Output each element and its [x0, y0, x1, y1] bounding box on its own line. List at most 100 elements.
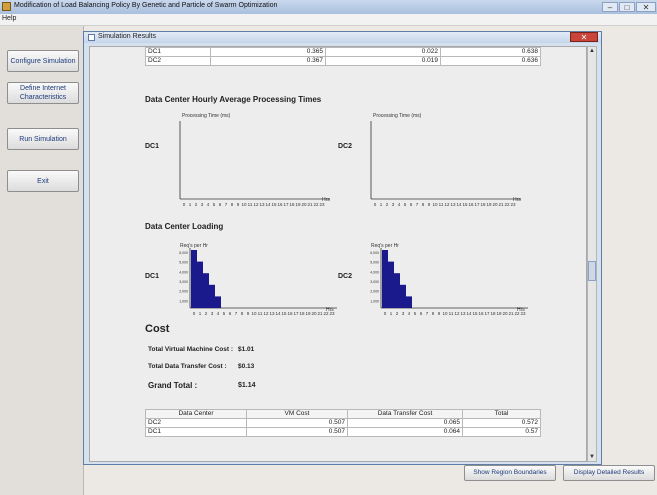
y-tick-label: 3,000 — [179, 280, 188, 284]
processing-dc1-xticks: 0 1 2 3 4 5 6 7 8 9 10 11 12 13 14 15 16 17 18 19 20 21 22 23 — [183, 202, 325, 207]
load-bar — [388, 261, 394, 308]
exit-button[interactable]: Exit — [7, 170, 79, 192]
processing-dc2-chart: 0 1 2 3 4 5 6 7 8 9 10 11 12 13 14 15 16 17 18 19 20 21 22 23 — [370, 121, 521, 207]
x-tick-label: 17 — [474, 202, 480, 207]
y-tick-label: 6,000 — [179, 251, 188, 255]
grand-total-label: Grand Total : — [148, 381, 198, 390]
x-tick-label: 18 — [289, 202, 295, 207]
x-tick-label: 20 — [301, 202, 307, 207]
y-tick-label: 4,000 — [179, 270, 188, 274]
x-tick-label: 15 — [271, 202, 277, 207]
x-tick-label: 13 — [269, 311, 275, 316]
loading-dc2-label: DC2 — [338, 273, 353, 280]
y-tick-label: 5,000 — [370, 261, 379, 265]
x-tick-label: 6 — [219, 202, 222, 207]
x-tick-label: 5 — [213, 202, 216, 207]
x-tick-label: 20 — [311, 311, 317, 316]
x-tick-label: 1 — [189, 202, 192, 207]
define-internet-characteristics-button[interactable]: Define Internet Characteristics — [7, 82, 79, 104]
table-cell: 0.065 — [347, 418, 463, 428]
x-tick-label: 0 — [183, 202, 186, 207]
x-tick-label: 16 — [287, 311, 293, 316]
x-tick-label: 15 — [281, 311, 287, 316]
dialog-title: Simulation Results — [98, 33, 156, 40]
processing-dc1-chart: 0 1 2 3 4 5 6 7 8 9 10 11 12 13 14 15 16 17 18 19 20 21 22 23 — [179, 121, 330, 207]
x-tick-label: 2 — [195, 202, 198, 207]
results-content: DC1 0.365 0.022 0.638 DC2 0.367 0.019 0.… — [89, 46, 587, 462]
scroll-up-arrow-icon[interactable]: ▲ — [588, 47, 596, 55]
x-tick-label: 18 — [490, 311, 496, 316]
minimize-button[interactable]: – — [602, 2, 618, 12]
y-tick-label: 1,000 — [179, 299, 188, 303]
window-close-button[interactable]: ✕ — [636, 2, 656, 12]
load-bar — [400, 284, 406, 308]
data-transfer-cost-value: $0.13 — [238, 363, 255, 370]
scroll-thumb[interactable] — [588, 261, 596, 281]
show-region-boundaries-button[interactable]: Show Region Boundaries — [464, 465, 556, 481]
display-detailed-results-button[interactable]: Display Detailed Results — [563, 465, 655, 481]
column-header: VM Cost — [246, 409, 348, 419]
dialog-close-button[interactable]: ✕ — [570, 32, 598, 42]
load-bar — [215, 296, 221, 308]
x-tick-label: 14 — [265, 202, 271, 207]
x-tick-label: 8 — [241, 311, 244, 316]
scroll-down-arrow-icon[interactable]: ▼ — [588, 453, 596, 461]
simulation-results-dialog: Simulation Results ✕ DC1 0.365 0.022 0.6… — [83, 31, 602, 465]
x-tick-label: 13 — [259, 202, 265, 207]
column-header: Total — [462, 409, 541, 419]
menu-help[interactable]: Help — [2, 15, 16, 22]
x-tick-label: 9 — [438, 311, 441, 316]
x-tick-label: 11 — [439, 202, 444, 207]
loading-dc2-chart: 1,0002,0003,0004,0005,0006,0000 1 2 3 4 5 6 7 8 9… — [370, 248, 528, 316]
x-tick-label: 4 — [408, 311, 411, 316]
x-tick-label: 6 — [420, 311, 423, 316]
main-title-bar: Modification of Load Balancing Policy By… — [0, 0, 657, 15]
processing-times-title: Data Center Hourly Average Processing Ti… — [145, 95, 322, 104]
x-tick-label: 22 — [504, 202, 510, 207]
vm-cost-value: $1.01 — [238, 346, 255, 353]
x-tick-label: 14 — [466, 311, 472, 316]
x-tick-label: 13 — [450, 202, 456, 207]
table-cell: 0.507 — [246, 418, 348, 428]
x-tick-label: 11 — [449, 311, 454, 316]
x-tick-label: 1 — [199, 311, 202, 316]
x-tick-label: 10 — [432, 202, 438, 207]
x-tick-label: 21 — [317, 311, 323, 316]
table-row: DC2 0.367 0.019 0.636 — [145, 56, 541, 66]
x-tick-label: 3 — [211, 311, 214, 316]
x-tick-label: 13 — [460, 311, 466, 316]
y-tick-label: 4,000 — [370, 270, 379, 274]
configure-simulation-button[interactable]: Configure Simulation — [7, 50, 79, 72]
dc-summary-table: DC1 0.365 0.022 0.638 DC2 0.367 0.019 0.… — [145, 47, 541, 66]
x-tick-label: 18 — [480, 202, 486, 207]
x-tick-label: 2 — [205, 311, 208, 316]
maximize-button[interactable]: □ — [619, 2, 635, 12]
x-tick-label: 12 — [444, 202, 450, 207]
x-tick-label: 14 — [456, 202, 462, 207]
load-bar — [209, 284, 215, 308]
x-tick-label: 8 — [432, 311, 435, 316]
x-tick-label: 3 — [402, 311, 405, 316]
table-cell: DC1 — [145, 427, 247, 437]
x-tick-label: 21 — [307, 202, 313, 207]
x-tick-label: 5 — [404, 202, 407, 207]
x-tick-label: 19 — [496, 311, 502, 316]
x-tick-label: 19 — [295, 202, 301, 207]
table-cell: 0.636 — [440, 56, 541, 66]
x-tick-label: 20 — [492, 202, 498, 207]
x-tick-label: 12 — [253, 202, 259, 207]
run-simulation-button[interactable]: Run Simulation — [7, 128, 79, 150]
x-tick-label: 7 — [416, 202, 419, 207]
y-tick-label: 5,000 — [179, 261, 188, 265]
loading-dc1-chart: 1,0002,0003,0004,0005,0006,0000 1 2 3 4 5 6 7 8 9… — [179, 248, 337, 316]
table-cell: 0.507 — [246, 427, 348, 437]
table-cell: 0.019 — [325, 56, 441, 66]
cost-title: Cost — [145, 323, 170, 335]
vertical-scrollbar[interactable]: ▲ ▼ — [587, 46, 597, 462]
load-bar — [197, 261, 203, 308]
x-tick-label: 0 — [193, 311, 196, 316]
x-tick-label: 3 — [392, 202, 395, 207]
table-cell: 0.638 — [440, 47, 541, 57]
x-tick-label: 4 — [207, 202, 210, 207]
table-cell: 0.572 — [462, 418, 541, 428]
